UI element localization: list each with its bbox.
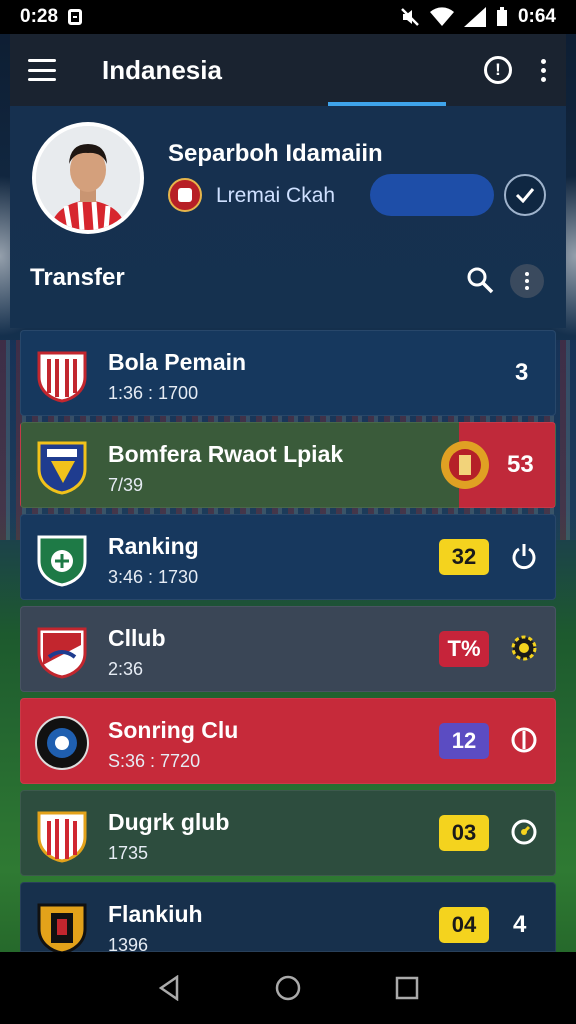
- status-right-time: 0:64: [517, 6, 556, 27]
- club-emblem-icon: [441, 441, 489, 489]
- more-options-icon[interactable]: [510, 264, 544, 298]
- gear-icon[interactable]: [509, 633, 539, 663]
- item-title: Sonring Clu: [108, 717, 239, 743]
- club-crest-icon: [37, 535, 87, 587]
- back-icon[interactable]: [157, 975, 181, 1001]
- club-crest-icon: [37, 811, 87, 863]
- info-icon[interactable]: !: [484, 56, 512, 84]
- club-crest-icon: [37, 351, 87, 403]
- list-item[interactable]: Bola Pemain 1:36 : 1700 3: [20, 330, 556, 416]
- system-navigation-bar: [0, 952, 576, 1024]
- club-badge-icon: [168, 178, 202, 212]
- club-crest-icon: [37, 441, 87, 495]
- item-subtitle: S:36 : 7720: [108, 751, 201, 771]
- score-badge: 04: [439, 907, 489, 943]
- item-value: 53: [507, 451, 534, 478]
- check-icon: [515, 188, 535, 203]
- power-icon[interactable]: [509, 541, 539, 571]
- club-crest-icon: [35, 716, 89, 770]
- item-subtitle: 2:36: [108, 659, 144, 679]
- list-item[interactable]: Bomfera Rwaot Lpiak 7/39 53: [20, 422, 556, 508]
- list-item[interactable]: Ranking 3:46 : 1730 32: [20, 514, 556, 600]
- club-crest-icon: [37, 627, 87, 679]
- notification-icon: [68, 9, 83, 25]
- wifi-icon: [429, 7, 454, 27]
- item-title: Flankiuh: [108, 901, 203, 927]
- confirm-check-button[interactable]: [504, 174, 546, 216]
- list-item[interactable]: Cllub 2:36 T%: [20, 606, 556, 692]
- player-photo: [36, 126, 140, 230]
- player-club[interactable]: Lremai Ckah: [216, 184, 335, 208]
- section-title: Transfer: [30, 264, 125, 291]
- home-icon[interactable]: [275, 975, 301, 1001]
- search-icon[interactable]: [466, 266, 494, 294]
- item-subtitle: 1:36 : 1700: [108, 383, 199, 403]
- list-item[interactable]: Flankiuh 1396 04 4: [20, 882, 556, 955]
- score-badge: T%: [439, 631, 489, 667]
- status-time: 0:28: [20, 6, 59, 27]
- club-crest-icon: [37, 903, 87, 955]
- recents-icon[interactable]: [395, 976, 419, 1000]
- avatar[interactable]: [32, 122, 144, 234]
- score-badge: 03: [439, 815, 489, 851]
- action-pill-button[interactable]: [370, 174, 494, 216]
- score-badge: 12: [439, 723, 489, 759]
- overflow-menu-icon[interactable]: [538, 58, 548, 82]
- toggle-icon[interactable]: [509, 725, 539, 755]
- battery-icon: [496, 7, 507, 26]
- status-bar: 0:28 0:64: [0, 0, 576, 34]
- item-title: Ranking: [108, 533, 199, 559]
- item-title: Cllub: [108, 625, 166, 651]
- timer-icon[interactable]: [509, 817, 539, 847]
- player-name: Separboh Idamaiin: [168, 140, 383, 167]
- item-extra-value: 4: [513, 911, 527, 938]
- list-item[interactable]: Dugrk glub 1735 03: [20, 790, 556, 876]
- item-title: Bola Pemain: [108, 349, 247, 375]
- item-subtitle: 3:46 : 1730: [108, 567, 199, 587]
- list-item[interactable]: Sonring Clu S:36 : 7720 12: [20, 698, 556, 784]
- app-title: Indanesia: [102, 54, 222, 85]
- player-profile: Separboh Idamaiin Lremai Ckah Transfer: [10, 106, 566, 328]
- score-badge: 32: [439, 539, 489, 575]
- app-bar: Indanesia !: [10, 34, 566, 106]
- item-title: Dugrk glub: [108, 809, 230, 835]
- item-value: 3: [515, 359, 529, 386]
- mute-icon: [401, 8, 419, 26]
- hamburger-menu-icon[interactable]: [28, 59, 56, 81]
- signal-icon: [463, 7, 486, 27]
- item-subtitle: 1735: [108, 843, 149, 863]
- item-subtitle: 7/39: [108, 475, 144, 495]
- item-title: Bomfera Rwaot Lpiak: [108, 441, 344, 467]
